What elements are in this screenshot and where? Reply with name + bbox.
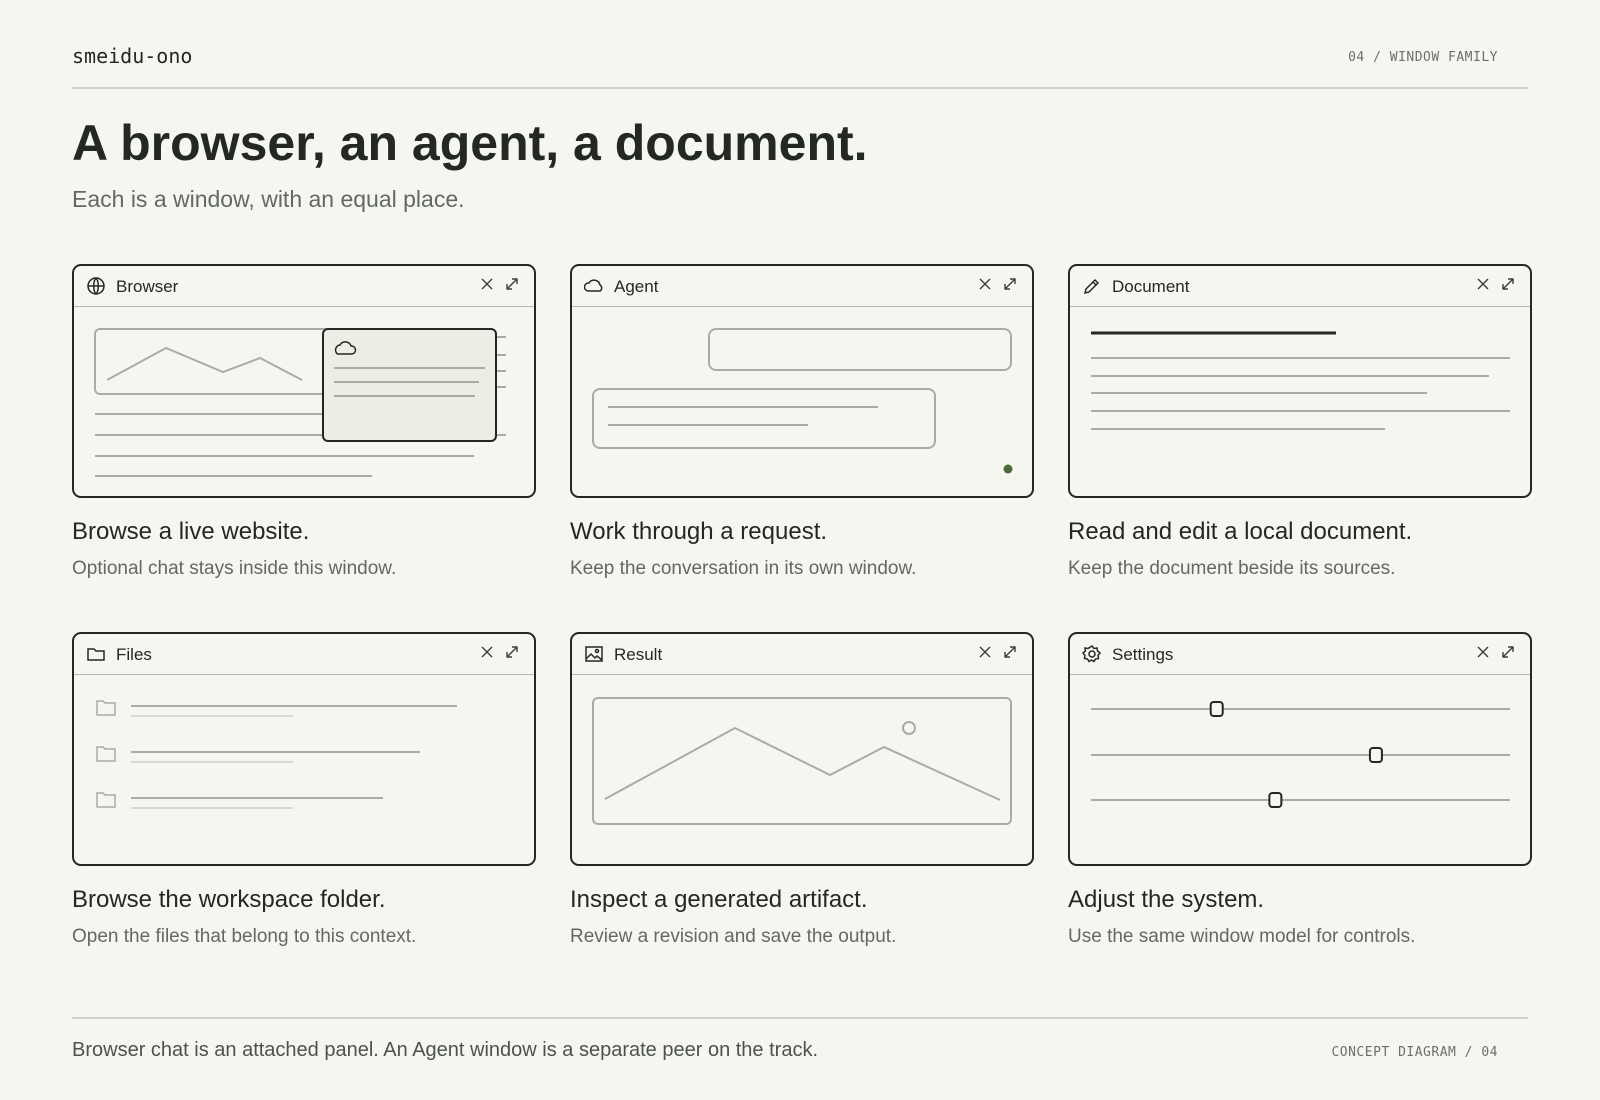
document-card: Document Read and edit a local document.…: [1068, 264, 1532, 580]
pencil-icon: [1083, 278, 1100, 295]
card-description: Review a revision and save the output.: [570, 926, 897, 947]
card-title: Work through a request.: [570, 518, 828, 545]
card-title: Read and edit a local document.: [1068, 518, 1413, 545]
wordmark: smeidu-ono: [72, 44, 193, 68]
expand-icon[interactable]: [1002, 276, 1018, 292]
window-titlebar[interactable]: Browser: [74, 266, 534, 307]
page-id: 04 / WINDOW FAMILY: [1348, 50, 1498, 65]
card-description: Keep the document beside its sources.: [1068, 558, 1396, 579]
file-row: [96, 792, 383, 809]
file-row: [96, 700, 457, 717]
close-icon[interactable]: [1476, 277, 1490, 291]
settings-window[interactable]: Settings: [1068, 632, 1532, 866]
files-window[interactable]: Files: [72, 632, 536, 866]
card-description: Keep the conversation in its own window.: [570, 558, 917, 579]
footer-rule: [72, 1017, 1528, 1019]
expand-icon[interactable]: [1500, 276, 1516, 292]
footer-caption: Browser chat is an attached panel. An Ag…: [72, 1039, 819, 1061]
card-title: Adjust the system.: [1068, 886, 1265, 913]
result-window[interactable]: Result: [570, 632, 1034, 866]
file-row: [96, 746, 420, 763]
result-card: Result Inspect a generated artifact. Rev…: [570, 632, 1034, 948]
card-title: Browse the workspace folder.: [72, 886, 386, 913]
expand-icon[interactable]: [1500, 644, 1516, 660]
window-titlebar[interactable]: Files: [74, 634, 534, 675]
document-preview: [1091, 331, 1510, 430]
window-title: Settings: [1112, 645, 1174, 664]
window-titlebar[interactable]: Document: [1070, 266, 1530, 307]
expand-icon[interactable]: [1002, 644, 1018, 660]
close-icon[interactable]: [1476, 645, 1490, 659]
window-titlebar[interactable]: Agent: [572, 266, 1032, 307]
globe-icon: [87, 277, 105, 295]
window-title: Agent: [614, 277, 659, 296]
files-card: Files Browse the workspace folder. Open …: [72, 632, 536, 948]
slider-handle[interactable]: [1368, 747, 1383, 763]
document-window[interactable]: Document: [1068, 264, 1532, 498]
slider-handle[interactable]: [1209, 701, 1224, 717]
window-title: Files: [116, 645, 152, 664]
card-title: Inspect a generated artifact.: [570, 886, 868, 913]
card-description: Open the files that belong to this conte…: [72, 926, 417, 947]
close-icon[interactable]: [978, 645, 992, 659]
settings-card: Settings Adjust the system. Use the same…: [1068, 632, 1532, 948]
card-description: Optional chat stays inside this window.: [72, 558, 397, 579]
window-titlebar[interactable]: Result: [572, 634, 1032, 675]
browser-card: Browser Browse a live website. Optional …: [72, 264, 536, 580]
page-subtitle: Each is a window, with an equal place.: [72, 186, 465, 212]
slider-handle[interactable]: [1268, 792, 1283, 808]
close-icon[interactable]: [480, 277, 494, 291]
window-title: Browser: [116, 277, 179, 296]
gear-icon: [1082, 645, 1102, 663]
footer-page-id: CONCEPT DIAGRAM / 04: [1331, 1045, 1498, 1060]
browser-preview: [94, 328, 506, 477]
agent-window[interactable]: Agent: [570, 264, 1034, 498]
page-title: A browser, an agent, a document.: [72, 115, 868, 171]
image-icon: [585, 646, 603, 662]
close-icon[interactable]: [978, 277, 992, 291]
header-rule: [72, 87, 1528, 89]
folder-icon: [87, 648, 105, 661]
agent-card: Agent Work through a request. Keep the c…: [570, 264, 1034, 580]
settings-preview: [1091, 701, 1510, 808]
expand-icon[interactable]: [504, 276, 520, 292]
agent-preview: [592, 328, 1013, 474]
result-preview: [592, 697, 1012, 825]
browser-window[interactable]: Browser: [72, 264, 536, 498]
window-titlebar[interactable]: Settings: [1070, 634, 1530, 675]
close-icon[interactable]: [480, 645, 494, 659]
files-preview: [96, 700, 457, 809]
window-title: Document: [1112, 277, 1190, 296]
window-title: Result: [614, 645, 663, 664]
card-description: Use the same window model for controls.: [1068, 926, 1416, 947]
card-title: Browse a live website.: [72, 518, 310, 545]
cloud-icon: [584, 279, 603, 292]
expand-icon[interactable]: [504, 644, 520, 660]
